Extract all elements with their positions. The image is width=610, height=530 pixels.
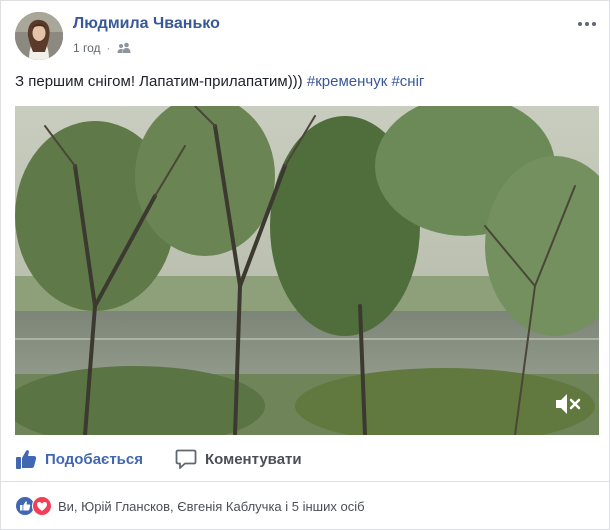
hashtag-link[interactable]: #кременчук	[307, 73, 387, 90]
post-actions: Подобається Коментувати	[15, 441, 599, 477]
divider	[1, 481, 610, 482]
post-video[interactable]	[15, 106, 599, 435]
love-reaction-icon	[32, 496, 52, 516]
post-timestamp[interactable]: 1 год	[73, 41, 101, 55]
reactions-summary[interactable]: Ви, Юрій Глансков, Євгенія Каблучка і 5 …	[15, 496, 365, 516]
reactions-text: Ви, Юрій Глансков, Євгенія Каблучка і 5 …	[58, 498, 365, 514]
post-meta: 1 год ·	[73, 41, 131, 55]
post-author-name[interactable]: Людмила Чванько	[73, 15, 220, 33]
meta-separator: ·	[106, 41, 111, 55]
facebook-post: Людмила Чванько 1 год · З першим снігом!…	[0, 0, 610, 530]
avatar[interactable]	[15, 12, 63, 60]
like-button[interactable]: Подобається	[15, 448, 143, 470]
hashtag-link[interactable]: #сніг	[391, 73, 424, 90]
more-dot	[585, 22, 589, 26]
friends-audience-icon[interactable]	[117, 42, 131, 54]
comment-bubble-icon	[175, 449, 197, 469]
muted-speaker-icon[interactable]	[553, 391, 583, 417]
post-options-button[interactable]	[575, 14, 599, 34]
more-horizontal-icon	[578, 22, 582, 26]
comment-label: Коментувати	[204, 450, 302, 468]
more-dot	[592, 22, 596, 26]
comment-button[interactable]: Коментувати	[175, 448, 302, 470]
like-label: Подобається	[45, 450, 143, 468]
reaction-icons	[15, 496, 52, 516]
post-text-body: З першим снігом! Лапатим-прилапатим)))	[15, 73, 303, 90]
post-text: З першим снігом! Лапатим-прилапатим))) #…	[15, 73, 424, 90]
thumbs-up-icon	[16, 450, 37, 469]
video-frame	[15, 106, 599, 435]
